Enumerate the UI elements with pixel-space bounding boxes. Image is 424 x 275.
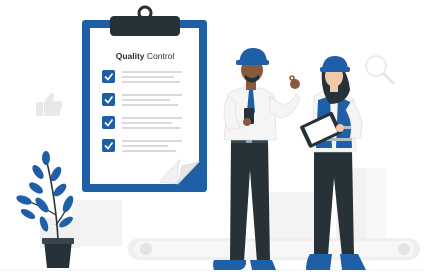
plant-icon bbox=[16, 151, 74, 268]
quality-control-illustration: Quality Control bbox=[0, 0, 424, 275]
checkbox bbox=[102, 93, 115, 106]
checkbox bbox=[102, 70, 115, 83]
conveyor-belt bbox=[128, 238, 420, 260]
magnifier-icon bbox=[365, 55, 396, 86]
checkbox bbox=[102, 116, 115, 129]
clipboard-title: Quality Control bbox=[116, 51, 175, 61]
illustration-canvas: Quality Control bbox=[0, 5, 424, 271]
thumbs-up-icon bbox=[36, 92, 63, 116]
title-bold: Quality bbox=[116, 51, 145, 61]
clipboard-icon: Quality Control bbox=[82, 5, 207, 192]
title-rest: Control bbox=[145, 51, 175, 61]
checkbox bbox=[102, 139, 115, 152]
